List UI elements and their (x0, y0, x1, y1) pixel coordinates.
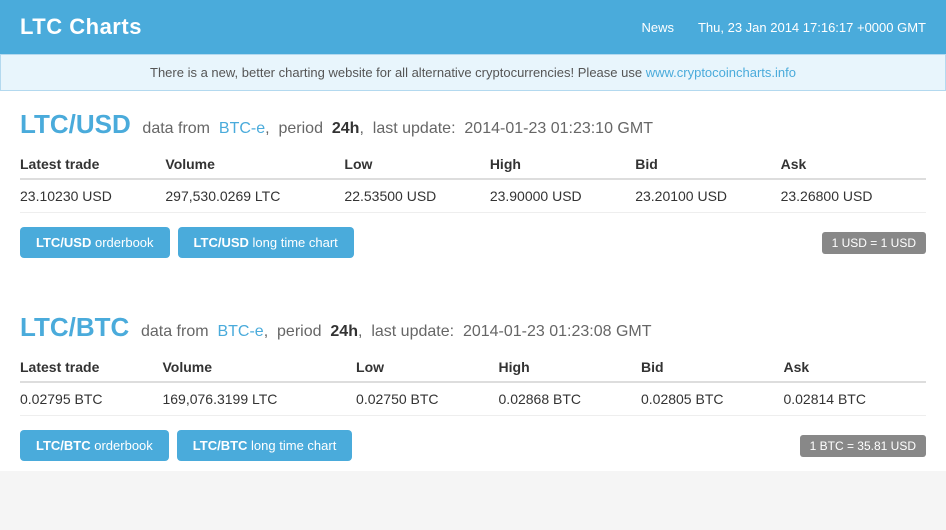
ltc-btc-last-update: 2014-01-23 01:23:08 GMT (463, 323, 652, 340)
th-volume: Volume (165, 150, 344, 179)
ltc-usd-heading: LTC/USD data from BTC-e, period 24h, las… (20, 109, 926, 140)
th-bid: Bid (635, 150, 780, 179)
ltc-btc-exchange-rate: 1 BTC = 35.81 USD (800, 435, 926, 457)
ltc-usd-table-header-row: Latest trade Volume Low High Bid Ask (20, 150, 926, 179)
notice-link[interactable]: www.cryptocoincharts.info (646, 65, 796, 80)
ltc-usd-orderbook-button[interactable]: LTC/USD orderbook (20, 227, 170, 258)
th-latest-trade-btc: Latest trade (20, 353, 162, 382)
ltc-btc-period: 24h (330, 323, 358, 340)
ltc-usd-btn-group-left: LTC/USD orderbook LTC/USD long time char… (20, 227, 354, 258)
ltc-usd-data-from: data from (142, 120, 210, 137)
th-bid-btc: Bid (641, 353, 783, 382)
ltc-btc-chart-button[interactable]: LTC/BTC long time chart (177, 430, 353, 461)
ltc-usd-last-update-label: last update: (373, 120, 456, 137)
ltc-btc-period-label: period (277, 323, 321, 340)
th-low: Low (344, 150, 489, 179)
th-latest-trade: Latest trade (20, 150, 165, 179)
ltc-btc-pair: LTC/BTC (20, 312, 129, 342)
ltc-usd-orderbook-label-strong: LTC/USD (36, 235, 95, 250)
ltc-usd-source[interactable]: BTC-e (219, 120, 265, 137)
header-news-link[interactable]: News (641, 20, 674, 35)
td-volume-btc: 169,076.3199 LTC (162, 382, 356, 416)
ltc-usd-meta: data from BTC-e, period 24h, last update… (138, 120, 653, 137)
ltc-usd-chart-button[interactable]: LTC/USD long time chart (178, 227, 354, 258)
ltc-usd-table: Latest trade Volume Low High Bid Ask 23.… (20, 150, 926, 213)
td-bid-btc: 0.02805 BTC (641, 382, 783, 416)
ltc-btc-data-row: 0.02795 BTC 169,076.3199 LTC 0.02750 BTC… (20, 382, 926, 416)
section-spacer (0, 268, 946, 298)
notice-text: There is a new, better charting website … (150, 65, 646, 80)
header-right: News Thu, 23 Jan 2014 17:16:17 +0000 GMT (641, 20, 926, 35)
header-datetime: Thu, 23 Jan 2014 17:16:17 +0000 GMT (698, 20, 926, 35)
td-ask: 23.26800 USD (781, 179, 926, 213)
td-latest-trade-btc: 0.02795 BTC (20, 382, 162, 416)
td-latest-trade: 23.10230 USD (20, 179, 165, 213)
td-low: 22.53500 USD (344, 179, 489, 213)
ltc-btc-last-update-label: last update: (371, 323, 454, 340)
th-low-btc: Low (356, 353, 498, 382)
th-ask-btc: Ask (783, 353, 926, 382)
header-title: LTC Charts (20, 14, 142, 40)
ltc-btc-chart-label-strong: LTC/BTC (193, 438, 251, 453)
th-volume-btc: Volume (162, 353, 356, 382)
ltc-usd-period: 24h (332, 120, 360, 137)
ltc-usd-chart-label-rest: long time chart (253, 235, 338, 250)
ltc-btc-data-from: data from (141, 323, 209, 340)
ltc-btc-orderbook-label-strong: LTC/BTC (36, 438, 94, 453)
td-bid: 23.20100 USD (635, 179, 780, 213)
ltc-btc-heading: LTC/BTC data from BTC-e, period 24h, las… (20, 312, 926, 343)
td-low-btc: 0.02750 BTC (356, 382, 498, 416)
ltc-usd-period-label: period (278, 120, 322, 137)
header: LTC Charts News Thu, 23 Jan 2014 17:16:1… (0, 0, 946, 54)
th-high-btc: High (499, 353, 641, 382)
td-high: 23.90000 USD (490, 179, 635, 213)
ltc-usd-data-row: 23.10230 USD 297,530.0269 LTC 22.53500 U… (20, 179, 926, 213)
ltc-btc-btn-group: LTC/BTC orderbook LTC/BTC long time char… (20, 430, 926, 471)
ltc-usd-pair: LTC/USD (20, 109, 131, 139)
ltc-btc-orderbook-button[interactable]: LTC/BTC orderbook (20, 430, 169, 461)
ltc-usd-orderbook-label-rest: orderbook (95, 235, 154, 250)
th-high: High (490, 150, 635, 179)
ltc-usd-exchange-rate: 1 USD = 1 USD (822, 232, 926, 254)
ltc-usd-chart-label-strong: LTC/USD (194, 235, 253, 250)
td-high-btc: 0.02868 BTC (499, 382, 641, 416)
ltc-usd-last-update: 2014-01-23 01:23:10 GMT (464, 120, 653, 137)
ltc-btc-btn-group-left: LTC/BTC orderbook LTC/BTC long time char… (20, 430, 352, 461)
td-ask-btc: 0.02814 BTC (783, 382, 926, 416)
ltc-btc-chart-label-rest: long time chart (251, 438, 336, 453)
main-content: LTC/USD data from BTC-e, period 24h, las… (0, 91, 946, 268)
notice-banner: There is a new, better charting website … (0, 54, 946, 91)
ltc-btc-table: Latest trade Volume Low High Bid Ask 0.0… (20, 353, 926, 416)
ltc-btc-section: LTC/BTC data from BTC-e, period 24h, las… (0, 298, 946, 471)
th-ask: Ask (781, 150, 926, 179)
ltc-btc-meta: data from BTC-e, period 24h, last update… (137, 323, 652, 340)
ltc-usd-section: LTC/USD data from BTC-e, period 24h, las… (20, 109, 926, 268)
td-volume: 297,530.0269 LTC (165, 179, 344, 213)
ltc-btc-orderbook-label-rest: orderbook (94, 438, 153, 453)
ltc-btc-table-header-row: Latest trade Volume Low High Bid Ask (20, 353, 926, 382)
ltc-usd-btn-group: LTC/USD orderbook LTC/USD long time char… (20, 227, 926, 268)
ltc-btc-source[interactable]: BTC-e (217, 323, 263, 340)
